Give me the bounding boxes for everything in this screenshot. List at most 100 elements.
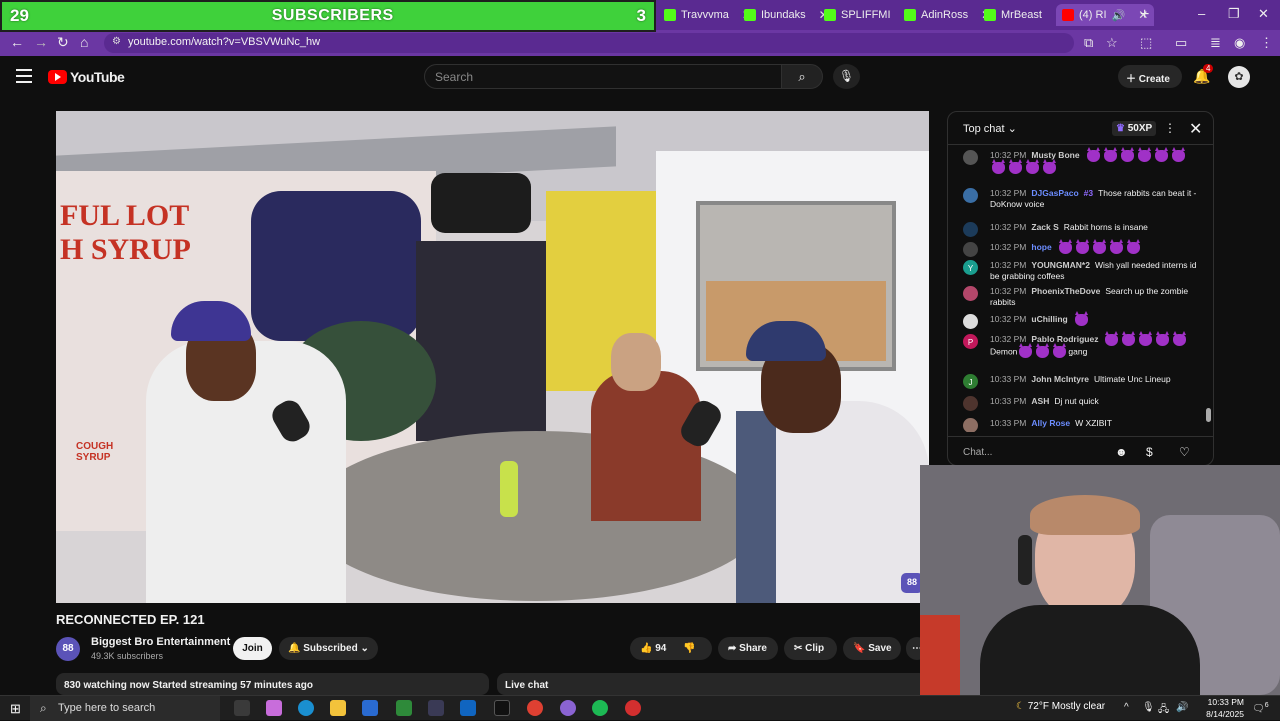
save-button[interactable]: 🔖 Save bbox=[843, 637, 901, 660]
youtube-logo[interactable]: YouTube bbox=[48, 69, 125, 85]
new-tab-button[interactable]: + bbox=[1134, 4, 1155, 26]
search-button[interactable]: ⌕ bbox=[781, 64, 823, 89]
like-button[interactable]: 👍 94 bbox=[640, 643, 666, 654]
collections-icon[interactable]: ≣ bbox=[1210, 35, 1221, 51]
xbox-icon[interactable] bbox=[396, 700, 412, 716]
install-icon[interactable]: ⧉ bbox=[1084, 35, 1093, 51]
chat-avatar[interactable] bbox=[963, 418, 978, 432]
clip-button[interactable]: ✂ Clip bbox=[784, 637, 837, 660]
edge-icon[interactable] bbox=[298, 700, 314, 716]
chat-input[interactable]: Chat... bbox=[963, 447, 992, 458]
chat-author[interactable]: YOUNGMAN*2 bbox=[1031, 260, 1090, 270]
devil-emote-icon bbox=[1026, 159, 1039, 174]
chat-time: 10:32 PM bbox=[990, 314, 1027, 325]
forward-icon[interactable]: → bbox=[34, 34, 48, 50]
chat-author[interactable]: uChilling bbox=[1031, 314, 1067, 324]
obs-icon[interactable] bbox=[625, 700, 641, 716]
close-icon[interactable]: ✕ bbox=[1189, 119, 1202, 139]
super-chat-icon[interactable]: $ bbox=[1146, 445, 1153, 459]
heart-icon[interactable]: ♡ bbox=[1179, 445, 1190, 459]
reload-icon[interactable]: ↻ bbox=[57, 34, 69, 51]
chrome-icon[interactable] bbox=[527, 700, 543, 716]
chat-message[interactable]: 10:32 PM Musty Bone bbox=[963, 147, 1203, 174]
avatar[interactable]: ✿ bbox=[1228, 66, 1250, 88]
chevron-up-icon[interactable]: ^ bbox=[1124, 702, 1129, 713]
network-icon[interactable]: 🖧 bbox=[1158, 702, 1169, 719]
create-button[interactable]: ＋ Create bbox=[1118, 65, 1182, 88]
chat-author[interactable]: ASH bbox=[1031, 396, 1049, 406]
more-icon[interactable]: ⋮ bbox=[1164, 121, 1176, 135]
home-icon[interactable]: ⌂ bbox=[80, 34, 88, 50]
chat-avatar[interactable] bbox=[963, 396, 978, 411]
chat-scrollbar[interactable] bbox=[1206, 408, 1211, 422]
chat-avatar[interactable]: P bbox=[963, 334, 978, 349]
hamburger-icon[interactable] bbox=[16, 69, 32, 87]
search-input[interactable]: Search bbox=[424, 64, 782, 89]
restore-icon[interactable]: ❐ bbox=[1228, 6, 1240, 22]
top-chat-dropdown[interactable]: Top chat ⌄ bbox=[963, 122, 1017, 135]
chat-author[interactable]: Zack S bbox=[1031, 222, 1058, 232]
channel-name[interactable]: Biggest Bro Entertainment bbox=[91, 636, 230, 648]
chat-message[interactable]: J 10:33 PM John McIntyre Ultimate Unc Lineu… bbox=[963, 374, 1203, 389]
chat-avatar[interactable]: J bbox=[963, 374, 978, 389]
copilot-icon[interactable] bbox=[266, 700, 282, 716]
chat-message[interactable]: 10:33 PM Ally Rose W XZIBIT bbox=[963, 418, 1203, 432]
taskbar-clock[interactable]: 10:33 PM 8/14/2025 bbox=[1200, 696, 1244, 720]
star-icon[interactable]: ☆ bbox=[1106, 35, 1118, 51]
chat-message[interactable]: 10:32 PM hope bbox=[963, 239, 1203, 257]
task-view-icon[interactable] bbox=[234, 700, 250, 716]
chat-message[interactable]: 10:32 PM PhoenixTheDove Search up the zomb… bbox=[963, 286, 1203, 308]
emoji-icon[interactable]: ☻ bbox=[1115, 445, 1128, 459]
chat-author[interactable]: hope bbox=[1031, 242, 1051, 252]
split-view-icon[interactable]: ▭ bbox=[1175, 35, 1187, 51]
weather-widget[interactable]: ☾ 72°F Mostly clear bbox=[1016, 701, 1105, 712]
chat-author[interactable]: John McIntyre bbox=[1031, 374, 1089, 384]
profile-icon[interactable]: ◉ bbox=[1234, 35, 1245, 51]
chat-message[interactable]: 10:32 PM uChilling bbox=[963, 311, 1203, 329]
site-info-icon[interactable]: ⚙ bbox=[112, 36, 121, 47]
discord-icon[interactable] bbox=[560, 700, 576, 716]
chat-message[interactable]: P 10:32 PM Pablo RodriguezDemon gang bbox=[963, 331, 1203, 358]
menu-icon[interactable]: ⋮ bbox=[1260, 35, 1273, 51]
chat-avatar[interactable] bbox=[963, 286, 978, 301]
store-icon[interactable] bbox=[362, 700, 378, 716]
chat-text: Ultimate Unc Lineup bbox=[1094, 374, 1171, 384]
url-field[interactable]: ⚙ youtube.com/watch?v=VBSVWuNc_hw bbox=[104, 33, 1074, 53]
spotify-icon[interactable] bbox=[592, 700, 608, 716]
chat-avatar[interactable] bbox=[963, 242, 978, 257]
file-explorer-icon[interactable] bbox=[330, 700, 346, 716]
back-icon[interactable]: ← bbox=[10, 34, 24, 50]
taskbar-search[interactable]: ⌕ Type here to search bbox=[30, 696, 220, 721]
dislike-button[interactable]: 👎 bbox=[683, 643, 695, 654]
minimize-icon[interactable]: – bbox=[1198, 6, 1205, 21]
tiktok-icon[interactable] bbox=[494, 700, 510, 716]
chat-avatar[interactable] bbox=[963, 150, 978, 165]
video-player[interactable]: FUL LOT H SYRUP COUGH SYRUP 88 bbox=[56, 111, 929, 603]
chat-message[interactable]: 10:33 PM ASH Dj nut quick bbox=[963, 396, 1203, 411]
outlook-icon[interactable] bbox=[460, 700, 476, 716]
mic-icon[interactable]: 🎙 bbox=[1142, 702, 1155, 713]
xp-badge[interactable]: ♛ 50XP bbox=[1112, 121, 1157, 136]
app-icon[interactable] bbox=[428, 700, 444, 716]
chat-message[interactable]: 10:32 PM Zack S Rabbit horns is insane bbox=[963, 222, 1203, 237]
subscribed-button[interactable]: 🔔 Subscribed ⌄ bbox=[279, 637, 378, 660]
chat-message[interactable]: 10:32 PM DJGasPaco #3 Those rabbits can bea… bbox=[963, 188, 1203, 210]
chat-message[interactable]: Y 10:32 PM YOUNGMAN*2 Wish yall needed inte… bbox=[963, 260, 1203, 282]
extensions-icon[interactable]: ⬚ bbox=[1140, 35, 1152, 51]
share-button[interactable]: ➦ Share bbox=[718, 637, 778, 660]
join-button[interactable]: Join bbox=[233, 637, 272, 660]
chat-avatar[interactable] bbox=[963, 314, 978, 329]
volume-icon[interactable]: 🔊 bbox=[1176, 702, 1188, 713]
chat-author[interactable]: Ally Rose bbox=[1031, 418, 1070, 428]
chat-author[interactable]: DJGasPaco bbox=[1031, 188, 1078, 198]
chat-avatar[interactable]: Y bbox=[963, 260, 978, 275]
close-window-icon[interactable]: ✕ bbox=[1258, 6, 1269, 22]
chat-author[interactable]: PhoenixTheDove bbox=[1031, 286, 1100, 296]
notification-icon[interactable]: 🗨6 bbox=[1252, 702, 1269, 714]
channel-avatar[interactable]: 88 bbox=[56, 637, 80, 661]
windows-start-icon[interactable]: ⊞ bbox=[10, 701, 21, 717]
voice-search-button[interactable]: 🎙 bbox=[833, 64, 860, 89]
chat-avatar[interactable] bbox=[963, 222, 978, 237]
chat-avatar[interactable] bbox=[963, 188, 978, 203]
description-stats[interactable]: 830 watching now Started streaming 57 mi… bbox=[56, 673, 489, 695]
